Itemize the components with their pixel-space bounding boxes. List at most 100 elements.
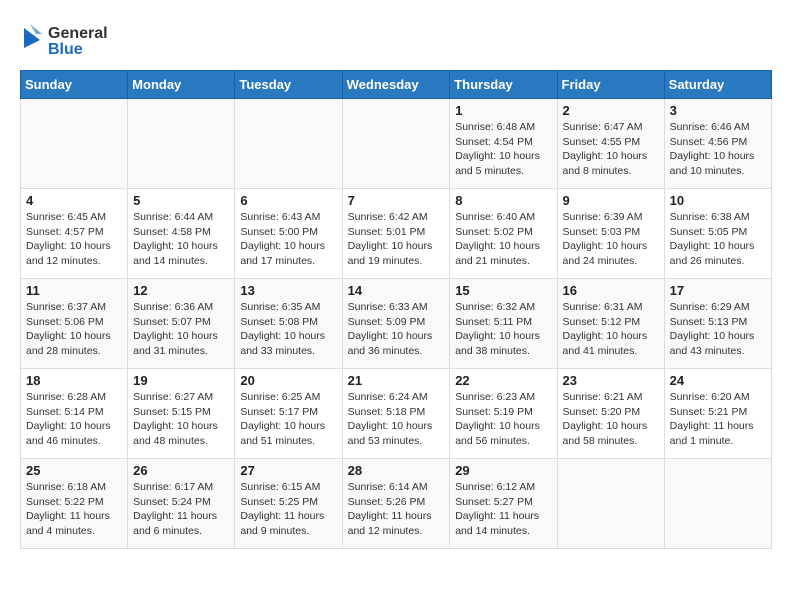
day-info: Sunrise: 6:17 AMSunset: 5:24 PMDaylight:… <box>133 480 229 539</box>
day-number: 22 <box>455 373 551 388</box>
day-number: 19 <box>133 373 229 388</box>
day-info: Sunrise: 6:27 AMSunset: 5:15 PMDaylight:… <box>133 390 229 449</box>
day-number: 7 <box>348 193 445 208</box>
calendar-day-cell: 19 Sunrise: 6:27 AMSunset: 5:15 PMDayligh… <box>128 369 235 459</box>
day-info: Sunrise: 6:47 AMSunset: 4:55 PMDaylight:… <box>563 120 659 179</box>
calendar-day-cell: 6 Sunrise: 6:43 AMSunset: 5:00 PMDaylight… <box>235 189 342 279</box>
calendar-empty-cell <box>235 99 342 189</box>
svg-text:Blue: Blue <box>48 41 83 58</box>
calendar-empty-cell <box>342 99 450 189</box>
day-info: Sunrise: 6:40 AMSunset: 5:02 PMDaylight:… <box>455 210 551 269</box>
calendar-day-cell: 21 Sunrise: 6:24 AMSunset: 5:18 PMDayligh… <box>342 369 450 459</box>
calendar-day-cell: 23 Sunrise: 6:21 AMSunset: 5:20 PMDayligh… <box>557 369 664 459</box>
logo: General Blue <box>20 20 130 60</box>
calendar-body: 1 Sunrise: 6:48 AMSunset: 4:54 PMDaylight… <box>21 99 772 549</box>
day-info: Sunrise: 6:31 AMSunset: 5:12 PMDaylight:… <box>563 300 659 359</box>
day-number: 8 <box>455 193 551 208</box>
calendar-day-cell: 26 Sunrise: 6:17 AMSunset: 5:24 PMDayligh… <box>128 459 235 549</box>
day-of-week-header: Saturday <box>664 71 771 99</box>
day-number: 9 <box>563 193 659 208</box>
calendar-day-cell: 2Sunrise: 6:47 AMSunset: 4:55 PMDaylight… <box>557 99 664 189</box>
calendar-week-row: 1 Sunrise: 6:48 AMSunset: 4:54 PMDaylight… <box>21 99 772 189</box>
day-info: Sunrise: 6:14 AMSunset: 5:26 PMDaylight:… <box>348 480 445 539</box>
day-info: Sunrise: 6:21 AMSunset: 5:20 PMDaylight:… <box>563 390 659 449</box>
day-number: 17 <box>670 283 766 298</box>
day-number: 1 <box>455 103 551 118</box>
day-number: 5 <box>133 193 229 208</box>
day-number: 24 <box>670 373 766 388</box>
calendar-day-cell: 5 Sunrise: 6:44 AMSunset: 4:58 PMDaylight… <box>128 189 235 279</box>
calendar-day-cell: 28 Sunrise: 6:14 AMSunset: 5:26 PMDayligh… <box>342 459 450 549</box>
day-number: 28 <box>348 463 445 478</box>
day-info: Sunrise: 6:20 AMSunset: 5:21 PMDaylight:… <box>670 390 766 449</box>
logo-svg: General Blue <box>20 20 130 60</box>
day-number: 27 <box>240 463 336 478</box>
day-number: 13 <box>240 283 336 298</box>
day-number: 4 <box>26 193 122 208</box>
calendar-day-cell: 12Sunrise: 6:36 AMSunset: 5:07 PMDayligh… <box>128 279 235 369</box>
calendar-day-cell: 13 Sunrise: 6:35 AMSunset: 5:08 PMDayligh… <box>235 279 342 369</box>
day-info: Sunrise: 6:32 AMSunset: 5:11 PMDaylight:… <box>455 300 551 359</box>
calendar-week-row: 25 Sunrise: 6:18 AMSunset: 5:22 PMDayligh… <box>21 459 772 549</box>
day-number: 23 <box>563 373 659 388</box>
day-info: Sunrise: 6:46 AMSunset: 4:56 PMDaylight:… <box>670 120 766 179</box>
calendar-week-row: 18Sunrise: 6:28 AMSunset: 5:14 PMDayligh… <box>21 369 772 459</box>
calendar-day-cell: 3Sunrise: 6:46 AMSunset: 4:56 PMDaylight… <box>664 99 771 189</box>
calendar-empty-cell <box>664 459 771 549</box>
day-info: Sunrise: 6:44 AMSunset: 4:58 PMDaylight:… <box>133 210 229 269</box>
calendar-day-cell: 29 Sunrise: 6:12 AMSunset: 5:27 PMDayligh… <box>450 459 557 549</box>
calendar-empty-cell <box>557 459 664 549</box>
day-number: 18 <box>26 373 122 388</box>
calendar-day-cell: 24 Sunrise: 6:20 AMSunset: 5:21 PMDayligh… <box>664 369 771 459</box>
day-info: Sunrise: 6:12 AMSunset: 5:27 PMDaylight:… <box>455 480 551 539</box>
day-info: Sunrise: 6:29 AMSunset: 5:13 PMDaylight:… <box>670 300 766 359</box>
day-of-week-header: Sunday <box>21 71 128 99</box>
calendar-day-cell: 25 Sunrise: 6:18 AMSunset: 5:22 PMDayligh… <box>21 459 128 549</box>
day-info: Sunrise: 6:23 AMSunset: 5:19 PMDaylight:… <box>455 390 551 449</box>
day-info: Sunrise: 6:39 AMSunset: 5:03 PMDaylight:… <box>563 210 659 269</box>
calendar-empty-cell <box>21 99 128 189</box>
day-of-week-header: Friday <box>557 71 664 99</box>
calendar-empty-cell <box>128 99 235 189</box>
calendar-day-cell: 18Sunrise: 6:28 AMSunset: 5:14 PMDayligh… <box>21 369 128 459</box>
day-info: Sunrise: 6:43 AMSunset: 5:00 PMDaylight:… <box>240 210 336 269</box>
day-number: 12 <box>133 283 229 298</box>
day-number: 26 <box>133 463 229 478</box>
day-number: 25 <box>26 463 122 478</box>
day-info: Sunrise: 6:42 AMSunset: 5:01 PMDaylight:… <box>348 210 445 269</box>
day-of-week-header: Wednesday <box>342 71 450 99</box>
calendar-day-cell: 8 Sunrise: 6:40 AMSunset: 5:02 PMDaylight… <box>450 189 557 279</box>
calendar-day-cell: 9 Sunrise: 6:39 AMSunset: 5:03 PMDaylight… <box>557 189 664 279</box>
calendar-day-cell: 20Sunrise: 6:25 AMSunset: 5:17 PMDayligh… <box>235 369 342 459</box>
calendar-day-cell: 7 Sunrise: 6:42 AMSunset: 5:01 PMDaylight… <box>342 189 450 279</box>
calendar-day-cell: 15 Sunrise: 6:32 AMSunset: 5:11 PMDayligh… <box>450 279 557 369</box>
day-info: Sunrise: 6:24 AMSunset: 5:18 PMDaylight:… <box>348 390 445 449</box>
calendar-day-cell: 1 Sunrise: 6:48 AMSunset: 4:54 PMDaylight… <box>450 99 557 189</box>
calendar-day-cell: 10 Sunrise: 6:38 AMSunset: 5:05 PMDayligh… <box>664 189 771 279</box>
day-number: 11 <box>26 283 122 298</box>
day-number: 15 <box>455 283 551 298</box>
day-info: Sunrise: 6:35 AMSunset: 5:08 PMDaylight:… <box>240 300 336 359</box>
calendar-day-cell: 27Sunrise: 6:15 AMSunset: 5:25 PMDayligh… <box>235 459 342 549</box>
day-info: Sunrise: 6:48 AMSunset: 4:54 PMDaylight:… <box>455 120 551 179</box>
calendar-day-cell: 16 Sunrise: 6:31 AMSunset: 5:12 PMDayligh… <box>557 279 664 369</box>
day-number: 14 <box>348 283 445 298</box>
day-info: Sunrise: 6:38 AMSunset: 5:05 PMDaylight:… <box>670 210 766 269</box>
day-number: 10 <box>670 193 766 208</box>
day-number: 20 <box>240 373 336 388</box>
calendar-day-cell: 22 Sunrise: 6:23 AMSunset: 5:19 PMDayligh… <box>450 369 557 459</box>
day-number: 6 <box>240 193 336 208</box>
day-number: 21 <box>348 373 445 388</box>
day-of-week-header: Thursday <box>450 71 557 99</box>
calendar-day-cell: 4 Sunrise: 6:45 AMSunset: 4:57 PMDaylight… <box>21 189 128 279</box>
day-info: Sunrise: 6:37 AMSunset: 5:06 PMDaylight:… <box>26 300 122 359</box>
calendar-day-cell: 17 Sunrise: 6:29 AMSunset: 5:13 PMDayligh… <box>664 279 771 369</box>
day-of-week-header: Tuesday <box>235 71 342 99</box>
day-info: Sunrise: 6:18 AMSunset: 5:22 PMDaylight:… <box>26 480 122 539</box>
calendar-week-row: 4 Sunrise: 6:45 AMSunset: 4:57 PMDaylight… <box>21 189 772 279</box>
day-info: Sunrise: 6:45 AMSunset: 4:57 PMDaylight:… <box>26 210 122 269</box>
calendar-table: SundayMondayTuesdayWednesdayThursdayFrid… <box>20 70 772 549</box>
day-number: 16 <box>563 283 659 298</box>
day-number: 29 <box>455 463 551 478</box>
day-of-week-header: Monday <box>128 71 235 99</box>
